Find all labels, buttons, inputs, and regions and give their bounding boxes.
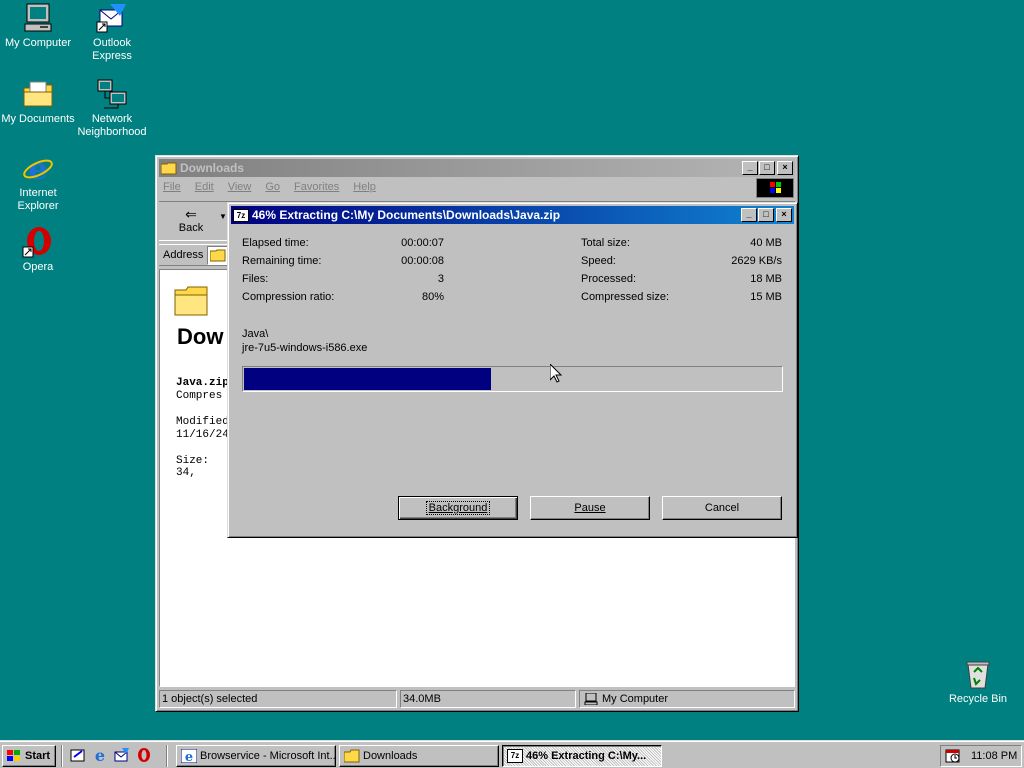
internet-explorer-icon: e (22, 152, 54, 187)
status-zone: My Computer (579, 690, 795, 708)
address-folder-icon (209, 249, 226, 262)
menu-favorites[interactable]: Favorites (294, 181, 339, 193)
windows-flag-icon (7, 750, 20, 761)
processed-label: Processed: (581, 273, 637, 285)
desktop-icon-internet-explorer[interactable]: e Internet Explorer (0, 152, 78, 213)
desktop-icon-opera[interactable]: Opera (0, 226, 78, 274)
processed-value: 18 MB (750, 273, 782, 285)
speed-label: Speed: (581, 255, 616, 267)
opera-icon (22, 226, 54, 258)
address-label: Address (163, 249, 204, 261)
task-downloads[interactable]: Downloads (339, 745, 499, 767)
dialog-maximize-button[interactable]: □ (758, 208, 774, 222)
desktop-icon-my-computer[interactable]: My Computer (0, 2, 78, 50)
folder-icon (160, 162, 177, 175)
files-value: 3 (437, 273, 444, 285)
taskbar: Start e e Browservice - Microsoft Int...… (0, 740, 1024, 768)
back-arrow-icon: ⇐ (185, 206, 197, 222)
show-desktop-icon[interactable] (70, 747, 86, 763)
speed-value: 2629 KB/s (731, 255, 782, 267)
taskbar-separator (61, 745, 63, 767)
taskbar-separator-2 (166, 745, 168, 767)
extract-progress-bar (242, 366, 783, 392)
menu-view[interactable]: View (228, 181, 252, 193)
mouse-cursor-icon (550, 364, 562, 383)
background-button[interactable]: Background (398, 496, 518, 520)
pause-button[interactable]: Pause (530, 496, 650, 520)
extract-progress-fill (244, 368, 492, 390)
extract-dialog[interactable]: 7z 46% Extracting C:\My Documents\Downlo… (227, 202, 798, 538)
my-computer-small-icon (584, 693, 598, 705)
start-button[interactable]: Start (2, 745, 56, 767)
compressed-size-label: Compressed size: (581, 291, 670, 303)
remaining-time-value: 00:00:08 (401, 255, 444, 267)
menu-help[interactable]: Help (353, 181, 376, 193)
menu-go[interactable]: Go (265, 181, 280, 193)
ie-quick-icon[interactable]: e (92, 747, 108, 763)
compression-ratio-label: Compression ratio: (242, 291, 335, 303)
minimize-button[interactable]: _ (742, 161, 758, 175)
network-neighborhood-icon (96, 78, 128, 110)
current-folder: Java\ (242, 328, 269, 340)
explorer-menubar: File Edit View Go Favorites Help (159, 177, 795, 198)
folder-heading: Dow (177, 324, 224, 349)
dialog-close-button[interactable]: × (776, 208, 792, 222)
scheduler-icon[interactable] (945, 748, 961, 764)
file-info-name: Java.zip (176, 377, 229, 389)
compressed-size-value: 15 MB (750, 291, 782, 303)
windows-logo-icon (756, 178, 794, 198)
explorer-titlebar[interactable]: Downloads _ □ × (159, 159, 795, 177)
ie-window-icon: e (181, 749, 197, 763)
svg-text:e: e (95, 747, 105, 763)
cancel-button[interactable]: Cancel (662, 496, 782, 520)
elapsed-time-label: Elapsed time: (242, 237, 309, 249)
current-file: jre-7u5-windows-i586.exe (242, 342, 368, 354)
explorer-title: Downloads (180, 161, 245, 175)
my-computer-icon (22, 2, 54, 34)
menu-edit[interactable]: Edit (195, 181, 214, 193)
status-selected: 1 object(s) selected (159, 690, 397, 708)
outlook-quick-icon[interactable] (114, 747, 130, 763)
desktop-icon-outlook-express[interactable]: Outlook Express (72, 2, 152, 63)
close-button[interactable]: × (777, 161, 793, 175)
svg-text:e: e (28, 152, 47, 184)
svg-text:e: e (185, 750, 193, 763)
outlook-express-icon (96, 2, 128, 34)
my-documents-icon (22, 78, 54, 110)
total-size-value: 40 MB (750, 237, 782, 249)
desktop-icon-my-documents[interactable]: My Documents (0, 78, 78, 126)
elapsed-time-value: 00:00:07 (401, 237, 444, 249)
menu-file[interactable]: File (163, 181, 181, 193)
remaining-time-label: Remaining time: (242, 255, 322, 267)
compression-ratio-value: 80% (421, 291, 444, 303)
dialog-minimize-button[interactable]: _ (741, 208, 757, 222)
folder-task-icon (344, 749, 360, 763)
extract-dialog-title: 46% Extracting C:\My Documents\Downloads… (252, 208, 561, 222)
total-size-label: Total size: (581, 237, 630, 249)
desktop-icon-recycle-bin[interactable]: Recycle Bin (938, 658, 1018, 706)
clock[interactable]: 11:08 PM (971, 750, 1017, 762)
back-dropdown-icon[interactable]: ▼ (219, 212, 227, 221)
files-label: Files: (242, 273, 269, 285)
system-tray: 11:08 PM (940, 745, 1022, 767)
webview-sidebar: Dow Java.zip Compres Modified: 11/16/24 … (160, 270, 235, 686)
file-info-type: Compres (176, 390, 223, 402)
desktop-icon-network-neighborhood[interactable]: Network Neighborhood (72, 78, 152, 139)
back-button[interactable]: ⇐ Back (163, 206, 219, 238)
file-info-modified-value: 11/16/24 (176, 429, 229, 441)
7zip-task-icon: 7z (507, 749, 523, 763)
extract-dialog-titlebar[interactable]: 7z 46% Extracting C:\My Documents\Downlo… (231, 206, 794, 224)
large-folder-icon (174, 286, 208, 316)
maximize-button[interactable]: □ (759, 161, 775, 175)
explorer-statusbar: 1 object(s) selected 34.0MB My Computer (159, 690, 795, 708)
opera-quick-icon[interactable] (136, 747, 152, 763)
task-browservice[interactable]: e Browservice - Microsoft Int... (176, 745, 336, 767)
status-size: 34.0MB (400, 690, 576, 708)
recycle-bin-icon (962, 658, 994, 690)
quick-launch: e (70, 747, 152, 765)
file-info-size: Size: 34, (176, 455, 210, 479)
7zip-icon: 7z (233, 208, 249, 222)
task-extracting[interactable]: 7z 46% Extracting C:\My... (502, 745, 662, 767)
